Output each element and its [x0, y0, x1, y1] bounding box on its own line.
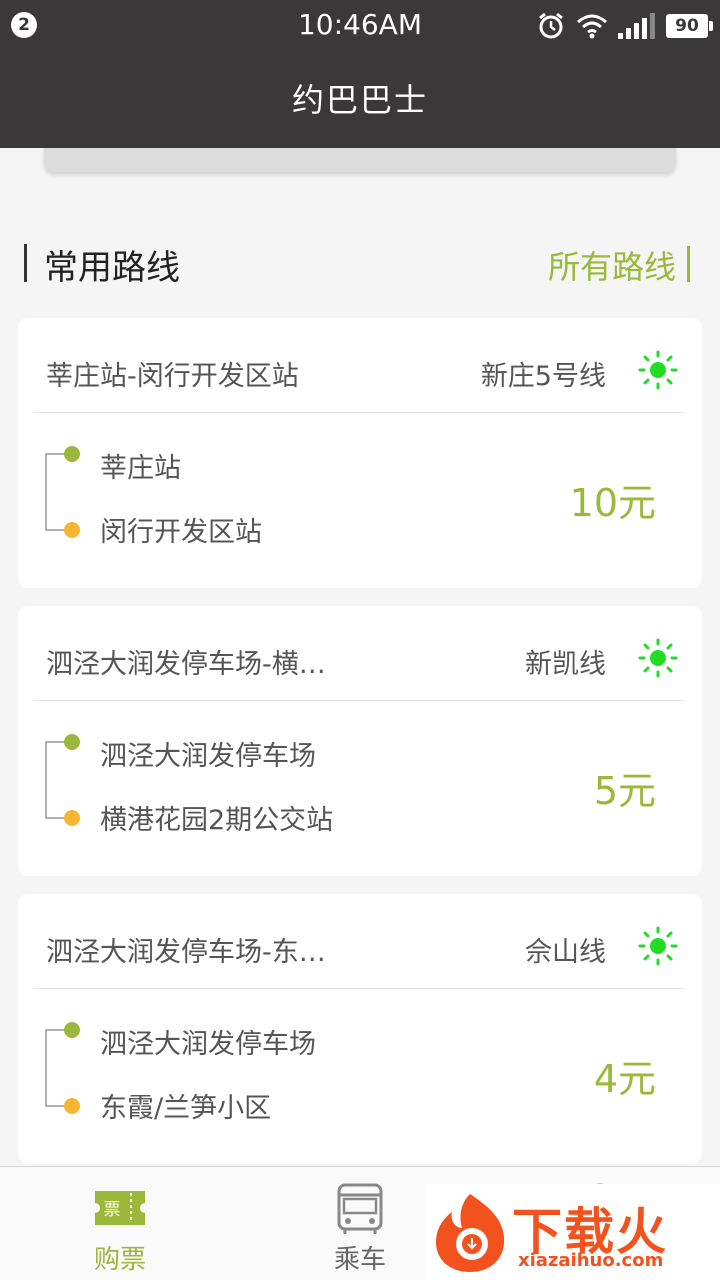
tab-label: 购票: [93, 1245, 146, 1275]
line-name: 新庄5号线: [480, 361, 606, 392]
origin-stop: 泗泾大润发停车场: [100, 741, 316, 772]
tab-buy-ticket[interactable]: 票 购票: [0, 1167, 240, 1280]
sun-icon: [638, 926, 678, 966]
section-marker: [24, 244, 27, 282]
line-name: 新凯线: [525, 649, 606, 680]
route-name: 泗泾大润发停车场-东…: [46, 937, 326, 968]
route-path-icon: [45, 734, 80, 826]
route-price: 5元: [593, 769, 656, 813]
route-card-header: 泗泾大润发停车场-横… 新凯线: [18, 606, 702, 700]
line-name: 佘山线: [525, 937, 606, 968]
banner-carousel[interactable]: [44, 148, 676, 172]
route-card-header: 莘庄站-闵行开发区站 新庄5号线: [18, 318, 702, 412]
section-title: 常用路线: [44, 248, 180, 288]
divider: [34, 412, 684, 413]
alarm-icon: [539, 12, 563, 39]
route-name: 泗泾大润发停车场-横…: [46, 649, 326, 680]
status-icons: 90: [536, 11, 713, 41]
destination-stop: 闵行开发区站: [100, 517, 262, 548]
ticket-icon: 票: [95, 1191, 145, 1225]
sun-icon: [638, 350, 678, 390]
all-routes-link[interactable]: 所有路线: [548, 242, 676, 288]
divider: [34, 988, 684, 989]
sun-icon: [638, 638, 678, 678]
destination-stop: 东霞/兰笋小区: [100, 1093, 272, 1124]
signal-icon: [618, 13, 655, 39]
route-path-icon: [45, 1022, 80, 1114]
status-bar: 2 10:46AM 90: [0, 0, 720, 52]
link-marker: [687, 246, 690, 282]
route-price: 10元: [569, 481, 656, 525]
origin-stop: 泗泾大润发停车场: [100, 1029, 316, 1060]
route-price: 4元: [593, 1057, 656, 1101]
destination-stop: 横港花园2期公交站: [100, 805, 334, 836]
battery-icon: 90: [666, 14, 713, 38]
watermark-domain: xiazaihuo.com: [518, 1250, 664, 1271]
route-card[interactable]: 泗泾大润发停车场-东… 佘山线 泗泾大润发停车场 东霞/兰笋小区 4元: [18, 894, 702, 1164]
bus-icon: [337, 1183, 383, 1234]
watermark: 下载火 xiazaihuo.com: [426, 1184, 720, 1280]
divider: [34, 700, 684, 701]
route-name: 莘庄站-闵行开发区站: [46, 361, 299, 392]
flame-logo-icon: [436, 1194, 505, 1272]
route-card[interactable]: 泗泾大润发停车场-横… 新凯线 泗泾大润发停车场 横港花园2期公交站 5元: [18, 606, 702, 876]
origin-stop: 莘庄站: [100, 453, 181, 484]
route-card[interactable]: 莘庄站-闵行开发区站 新庄5号线 莘庄站 闵行开发区站 10元: [18, 318, 702, 588]
page-title: 约巴巴士: [0, 52, 720, 148]
wifi-icon: [577, 14, 607, 39]
ticket-icon-text: 票: [104, 1200, 121, 1220]
route-card-header: 泗泾大润发停车场-东… 佘山线: [18, 894, 702, 988]
route-path-icon: [45, 446, 80, 538]
frequent-routes-header: 常用路线 所有路线: [0, 238, 720, 288]
